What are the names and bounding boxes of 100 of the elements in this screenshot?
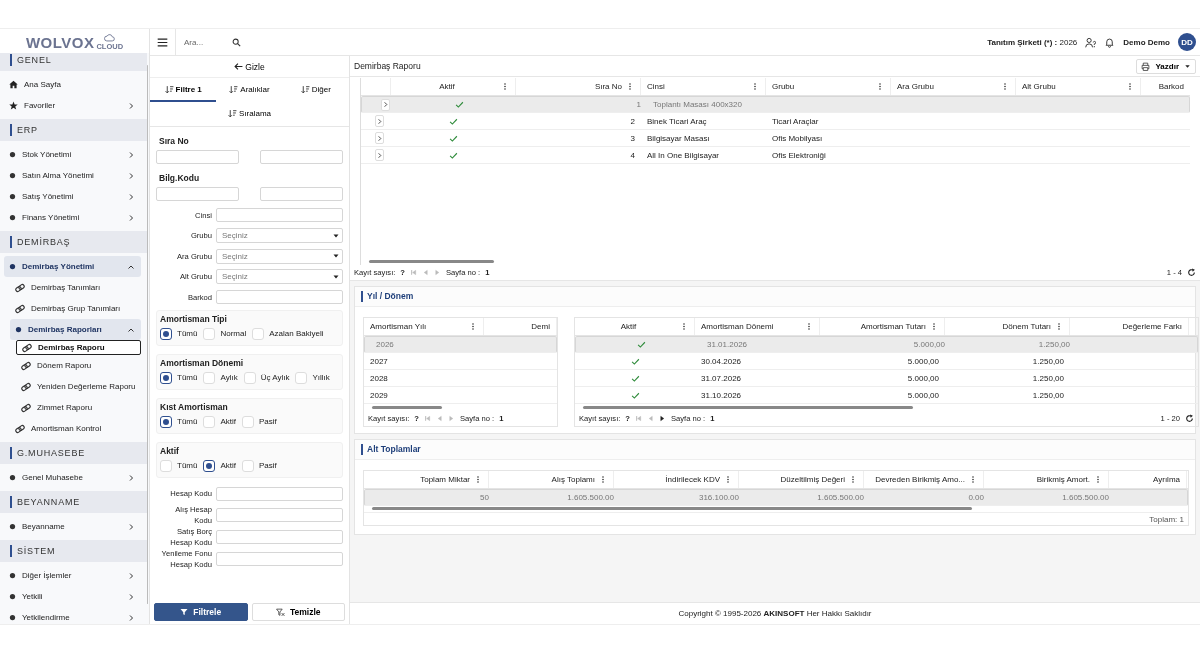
bell-icon[interactable] xyxy=(1104,36,1116,48)
range-from-input[interactable] xyxy=(156,187,239,201)
dropdown[interactable]: Seçiniz xyxy=(216,248,343,264)
expand-row-button[interactable] xyxy=(375,115,384,127)
range-from-input[interactable] xyxy=(156,150,239,164)
sidebar-item[interactable]: Demirbaş Yönetimi xyxy=(4,256,142,277)
previous-page-icon[interactable] xyxy=(436,415,443,422)
table-row[interactable]: 30.04.2026 5.000,00 1.250,00 xyxy=(575,353,1198,370)
table-row[interactable]: 2029 xyxy=(364,387,557,404)
text-input[interactable] xyxy=(216,530,343,544)
user-name[interactable]: Demo Demo xyxy=(1123,37,1170,47)
filter-tab[interactable]: Sıralama xyxy=(216,102,283,126)
radio-option[interactable]: Pasif xyxy=(242,415,277,428)
print-button[interactable]: Yazdır xyxy=(1136,58,1196,74)
column-menu-icon[interactable] xyxy=(724,475,732,484)
radio-option[interactable]: Pasif xyxy=(242,459,277,472)
vertical-scrollbar[interactable] xyxy=(147,65,148,604)
sidebar-item[interactable]: Genel Muhasebe xyxy=(4,467,142,488)
table-row[interactable]: 2027 xyxy=(364,353,557,370)
column-menu-icon[interactable] xyxy=(501,82,509,91)
sidebar-item[interactable]: Yeniden Değerleme Raporu xyxy=(16,376,142,397)
text-input[interactable] xyxy=(216,486,343,501)
filter-tab[interactable]: Filtre 1 xyxy=(150,78,217,102)
sidebar-item[interactable]: Yetkilendirme xyxy=(4,607,142,624)
table-row[interactable]: 50 1.605.500.00 316.100.00 1.605.500.00 0.00 1.605.500.00 xyxy=(364,489,1188,506)
sidebar-item[interactable]: Stok Yönetimi xyxy=(4,144,142,165)
sidebar-item[interactable]: Beyanname xyxy=(4,516,142,537)
radio-button[interactable] xyxy=(203,459,216,472)
radio-option[interactable]: Aktif xyxy=(203,459,236,472)
column-menu-icon[interactable] xyxy=(1126,82,1134,91)
column-menu-icon[interactable] xyxy=(599,475,607,484)
clear-button[interactable]: Temizle xyxy=(251,603,345,621)
table-row[interactable]: 31.01.2026 5.000,00 1.250,00 xyxy=(575,336,1198,353)
sidebar-item[interactable]: Diğer İşlemler xyxy=(4,565,142,586)
filter-tab[interactable]: Diğer xyxy=(282,78,349,102)
column-menu-icon[interactable] xyxy=(626,82,634,91)
column-menu-icon[interactable] xyxy=(849,475,857,484)
radio-button[interactable] xyxy=(160,327,172,340)
radio-option[interactable]: Aktif xyxy=(203,415,236,428)
previous-page-icon[interactable] xyxy=(422,269,429,276)
column-menu-icon[interactable] xyxy=(1055,322,1063,331)
table-row[interactable]: 3 Bilgisayar Masası Ofis Mobilyası xyxy=(361,130,1190,147)
radio-option[interactable]: Tümü xyxy=(160,327,198,340)
table-row[interactable]: 2026 xyxy=(364,336,557,353)
sidebar-item[interactable]: Ana Sayfa xyxy=(4,74,142,95)
column-menu-icon[interactable] xyxy=(474,475,482,484)
search-icon[interactable] xyxy=(232,37,241,47)
column-menu-icon[interactable] xyxy=(469,322,477,331)
radio-button[interactable] xyxy=(160,371,172,384)
sidebar-item[interactable]: Favoriler xyxy=(4,95,142,116)
sidebar-item[interactable]: Dönem Raporu xyxy=(16,355,142,376)
column-menu-icon[interactable] xyxy=(930,322,938,331)
sidebar-item[interactable]: Yetkili xyxy=(4,586,142,607)
sidebar-item[interactable]: Zimmet Raporu xyxy=(16,397,142,418)
column-menu-icon[interactable] xyxy=(1094,475,1102,484)
text-input[interactable] xyxy=(216,508,343,522)
expand-row-button[interactable] xyxy=(375,149,384,161)
sidebar-item[interactable]: Finans Yönetimi xyxy=(4,207,142,228)
column-menu-icon[interactable] xyxy=(805,322,813,331)
sidebar-item[interactable]: Satış Yönetimi xyxy=(4,186,142,207)
column-menu-icon[interactable] xyxy=(751,82,759,91)
next-page-icon[interactable] xyxy=(659,415,666,422)
text-input[interactable] xyxy=(216,552,343,566)
table-row[interactable]: 1 Toplantı Masası 400x320 xyxy=(361,96,1190,113)
refresh-icon[interactable] xyxy=(1187,268,1196,277)
radio-option[interactable]: Azalan Bakiyeli xyxy=(252,327,324,340)
hide-panel-button[interactable]: Gizle xyxy=(150,56,349,78)
filter-button[interactable]: Filtrele xyxy=(154,603,248,621)
text-input[interactable] xyxy=(216,290,343,305)
first-page-icon[interactable] xyxy=(635,415,642,422)
sidebar-item[interactable]: Demirbaş Raporları xyxy=(10,319,142,340)
radio-option[interactable]: Tümü xyxy=(160,415,198,428)
text-input[interactable] xyxy=(216,208,343,223)
radio-button[interactable] xyxy=(160,415,172,428)
first-page-icon[interactable] xyxy=(424,415,431,422)
search-field[interactable]: Ara... xyxy=(182,36,222,48)
expand-row-button[interactable] xyxy=(381,98,390,111)
range-to-input[interactable] xyxy=(260,150,343,164)
table-row[interactable]: 2 Binek Ticari Araç Ticari Araçlar xyxy=(361,113,1190,130)
radio-option[interactable]: Yıllık xyxy=(295,371,330,384)
column-menu-icon[interactable] xyxy=(680,322,688,331)
radio-option[interactable]: Tümü xyxy=(160,371,198,384)
previous-page-icon[interactable] xyxy=(647,415,654,422)
table-row[interactable]: 31.07.2026 5.000,00 1.250,00 xyxy=(575,370,1198,387)
expand-row-button[interactable] xyxy=(375,132,384,144)
refresh-icon[interactable] xyxy=(1185,414,1194,423)
column-menu-icon[interactable] xyxy=(969,475,977,484)
sidebar-item[interactable]: Demirbaş Grup Tanımları xyxy=(10,298,142,319)
radio-option[interactable]: Tümü xyxy=(160,459,198,472)
radio-option[interactable]: Normal xyxy=(203,327,247,340)
column-menu-icon[interactable] xyxy=(1001,82,1009,91)
user-question-icon[interactable] xyxy=(1085,36,1097,48)
user-avatar[interactable]: DD xyxy=(1178,33,1196,51)
table-row[interactable]: 2028 xyxy=(364,370,557,387)
radio-option[interactable]: Aylık xyxy=(203,371,238,384)
filter-tab[interactable]: Aralıklar xyxy=(216,78,283,102)
sidebar-item[interactable]: Demirbaş Tanımları xyxy=(10,277,142,298)
sidebar-item[interactable]: Amortisman Kontrol xyxy=(10,418,142,439)
column-menu-icon[interactable] xyxy=(876,82,884,91)
radio-option[interactable]: Üç Aylık xyxy=(243,371,290,384)
